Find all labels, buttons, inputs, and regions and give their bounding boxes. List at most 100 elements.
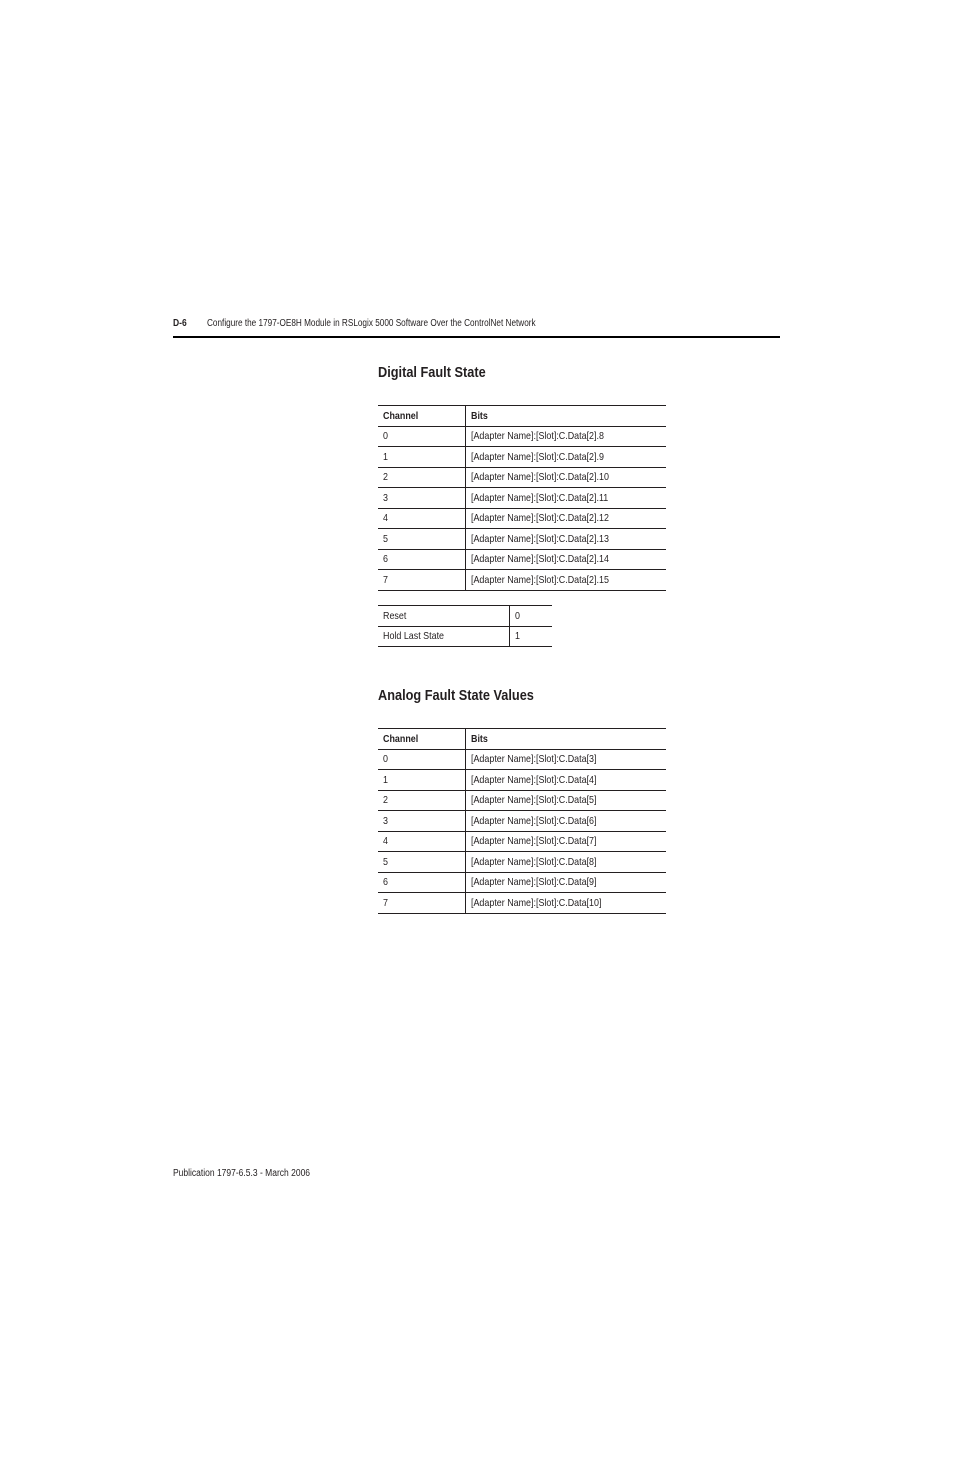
channel-cell: 4: [378, 507, 466, 529]
bits-cell: [Adapter Name]:[Slot]:C.Data[4]: [465, 769, 666, 790]
bits-cell: [Adapter Name]:[Slot]:C.Data[2].11: [465, 487, 666, 508]
table-row: 5 [Adapter Name]:[Slot]:C.Data[2].13: [378, 528, 666, 549]
bits-cell-text: [Adapter Name]:[Slot]:C.Data[4]: [470, 773, 597, 786]
channel-cell-text: 6: [383, 553, 388, 566]
bits-cell-text: [Adapter Name]:[Slot]:C.Data[2].10: [470, 471, 609, 484]
channel-cell-text: 7: [383, 896, 388, 909]
bits-cell-text: [Adapter Name]:[Slot]:C.Data[7]: [470, 835, 597, 848]
channel-cell: 7: [378, 569, 466, 591]
bits-cell: [Adapter Name]:[Slot]:C.Data[2].12: [465, 507, 666, 529]
table-row: 3 [Adapter Name]:[Slot]:C.Data[6]: [378, 810, 666, 831]
table-row: 3 [Adapter Name]:[Slot]:C.Data[2].11: [378, 487, 666, 508]
bits-cell-text: [Adapter Name]:[Slot]:C.Data[5]: [470, 794, 597, 807]
bits-cell-text: [Adapter Name]:[Slot]:C.Data[2].8: [470, 430, 604, 443]
channel-cell: 0: [378, 425, 466, 447]
page-number: D-6: [173, 318, 187, 329]
channel-cell: 5: [378, 851, 466, 872]
channel-cell-text: 5: [383, 532, 388, 545]
table-header-row: Channel Bits: [378, 405, 666, 426]
table-row: 5 [Adapter Name]:[Slot]:C.Data[8]: [378, 851, 666, 872]
state-value-cell-text: 0: [514, 609, 520, 622]
channel-cell-text: 4: [383, 835, 388, 848]
channel-cell-text: 1: [383, 450, 388, 463]
bits-cell-text: [Adapter Name]:[Slot]:C.Data[8]: [470, 855, 597, 868]
column-header-bits-text: Bits: [470, 732, 488, 745]
channel-cell-text: 3: [383, 491, 388, 504]
channel-cell: 5: [378, 528, 466, 549]
analog-fault-state-values-heading: Analog Fault State Values: [378, 687, 534, 704]
bits-cell-text: [Adapter Name]:[Slot]:C.Data[2].12: [470, 512, 609, 525]
bits-cell-text: [Adapter Name]:[Slot]:C.Data[2].9: [470, 450, 604, 463]
bits-cell-text: [Adapter Name]:[Slot]:C.Data[2].13: [470, 532, 609, 545]
digital-fault-state-heading: Digital Fault State: [378, 364, 486, 381]
running-title: Configure the 1797-OE8H Module in RSLogi…: [207, 318, 536, 329]
bits-cell-text: [Adapter Name]:[Slot]:C.Data[10]: [470, 896, 601, 909]
bits-cell: [Adapter Name]:[Slot]:C.Data[9]: [465, 871, 666, 893]
channel-cell: 6: [378, 548, 466, 570]
channel-cell-text: 1: [383, 773, 388, 786]
channel-cell-text: 2: [383, 794, 388, 807]
analog-fault-state-values-table: Channel Bits 0 [Adapter Name]:[Slot]:C.Data…: [378, 728, 666, 914]
table-row: 6 [Adapter Name]:[Slot]:C.Data[2].14: [378, 548, 666, 570]
channel-cell-text: 3: [383, 814, 388, 827]
channel-cell-text: 0: [383, 430, 388, 443]
column-header-bits: Bits: [465, 728, 666, 749]
bits-cell: [Adapter Name]:[Slot]:C.Data[2].10: [465, 466, 666, 488]
state-value-cell: 1: [509, 625, 552, 647]
table-row: 2 [Adapter Name]:[Slot]:C.Data[2].10: [378, 466, 666, 488]
bits-cell: [Adapter Name]:[Slot]:C.Data[8]: [465, 851, 666, 872]
channel-cell-text: 6: [383, 876, 388, 889]
state-label-cell: Hold Last State: [378, 625, 510, 647]
page-header: D-6 Configure the 1797-OE8H Module in RS…: [173, 316, 780, 338]
bits-cell: [Adapter Name]:[Slot]:C.Data[10]: [465, 892, 666, 914]
column-header-channel: Channel: [378, 728, 466, 749]
channel-cell: 6: [378, 871, 466, 893]
channel-cell-text: 7: [383, 573, 388, 586]
fault-state-values-table: Reset 0 Hold Last State 1: [378, 605, 552, 647]
table-header-row: Channel Bits: [378, 728, 666, 749]
bits-cell-text: [Adapter Name]:[Slot]:C.Data[2].15: [470, 573, 609, 586]
table-row: 1 [Adapter Name]:[Slot]:C.Data[4]: [378, 769, 666, 790]
bits-cell: [Adapter Name]:[Slot]:C.Data[2].8: [465, 425, 666, 447]
bits-cell: [Adapter Name]:[Slot]:C.Data[3]: [465, 748, 666, 770]
channel-cell-text: 5: [383, 855, 388, 868]
column-header-channel-text: Channel: [383, 732, 419, 745]
channel-cell: 7: [378, 892, 466, 914]
table-row: 2 [Adapter Name]:[Slot]:C.Data[5]: [378, 789, 666, 811]
channel-cell: 3: [378, 810, 466, 831]
column-header-bits: Bits: [465, 405, 666, 426]
channel-cell: 2: [378, 789, 466, 811]
bits-cell: [Adapter Name]:[Slot]:C.Data[6]: [465, 810, 666, 831]
state-label-cell-text: Hold Last State: [383, 630, 445, 643]
state-label-cell-text: Reset: [383, 609, 407, 622]
digital-fault-state-table: Channel Bits 0 [Adapter Name]:[Slot]:C.Data…: [378, 405, 666, 591]
channel-cell: 1: [378, 446, 466, 467]
bits-cell: [Adapter Name]:[Slot]:C.Data[5]: [465, 789, 666, 811]
bits-cell-text: [Adapter Name]:[Slot]:C.Data[2].14: [470, 553, 609, 566]
state-value-cell: 0: [509, 605, 552, 626]
table-row: 7 [Adapter Name]:[Slot]:C.Data[10]: [378, 892, 666, 914]
table-row: 6 [Adapter Name]:[Slot]:C.Data[9]: [378, 871, 666, 893]
table-row: Reset 0: [378, 605, 552, 626]
table-row: 0 [Adapter Name]:[Slot]:C.Data[2].8: [378, 425, 666, 447]
channel-cell-text: 0: [383, 753, 388, 766]
column-header-channel: Channel: [378, 405, 466, 426]
table-row: 4 [Adapter Name]:[Slot]:C.Data[2].12: [378, 507, 666, 529]
bits-cell-text: [Adapter Name]:[Slot]:C.Data[2].11: [470, 491, 608, 504]
state-label-cell: Reset: [378, 605, 510, 626]
bits-cell: [Adapter Name]:[Slot]:C.Data[2].14: [465, 548, 666, 570]
bits-cell: [Adapter Name]:[Slot]:C.Data[2].9: [465, 446, 666, 467]
channel-cell-text: 4: [383, 512, 388, 525]
bits-cell-text: [Adapter Name]:[Slot]:C.Data[3]: [470, 753, 597, 766]
column-header-channel-text: Channel: [383, 409, 419, 422]
channel-cell: 0: [378, 748, 466, 770]
channel-cell: 4: [378, 830, 466, 852]
channel-cell: 3: [378, 487, 466, 508]
bits-cell: [Adapter Name]:[Slot]:C.Data[7]: [465, 830, 666, 852]
channel-cell: 2: [378, 466, 466, 488]
table-row: 4 [Adapter Name]:[Slot]:C.Data[7]: [378, 830, 666, 852]
table-row: 1 [Adapter Name]:[Slot]:C.Data[2].9: [378, 446, 666, 467]
table-row: 0 [Adapter Name]:[Slot]:C.Data[3]: [378, 748, 666, 770]
publication-footer: Publication 1797-6.5.3 - March 2006: [173, 1168, 311, 1179]
bits-cell: [Adapter Name]:[Slot]:C.Data[2].15: [465, 569, 666, 591]
